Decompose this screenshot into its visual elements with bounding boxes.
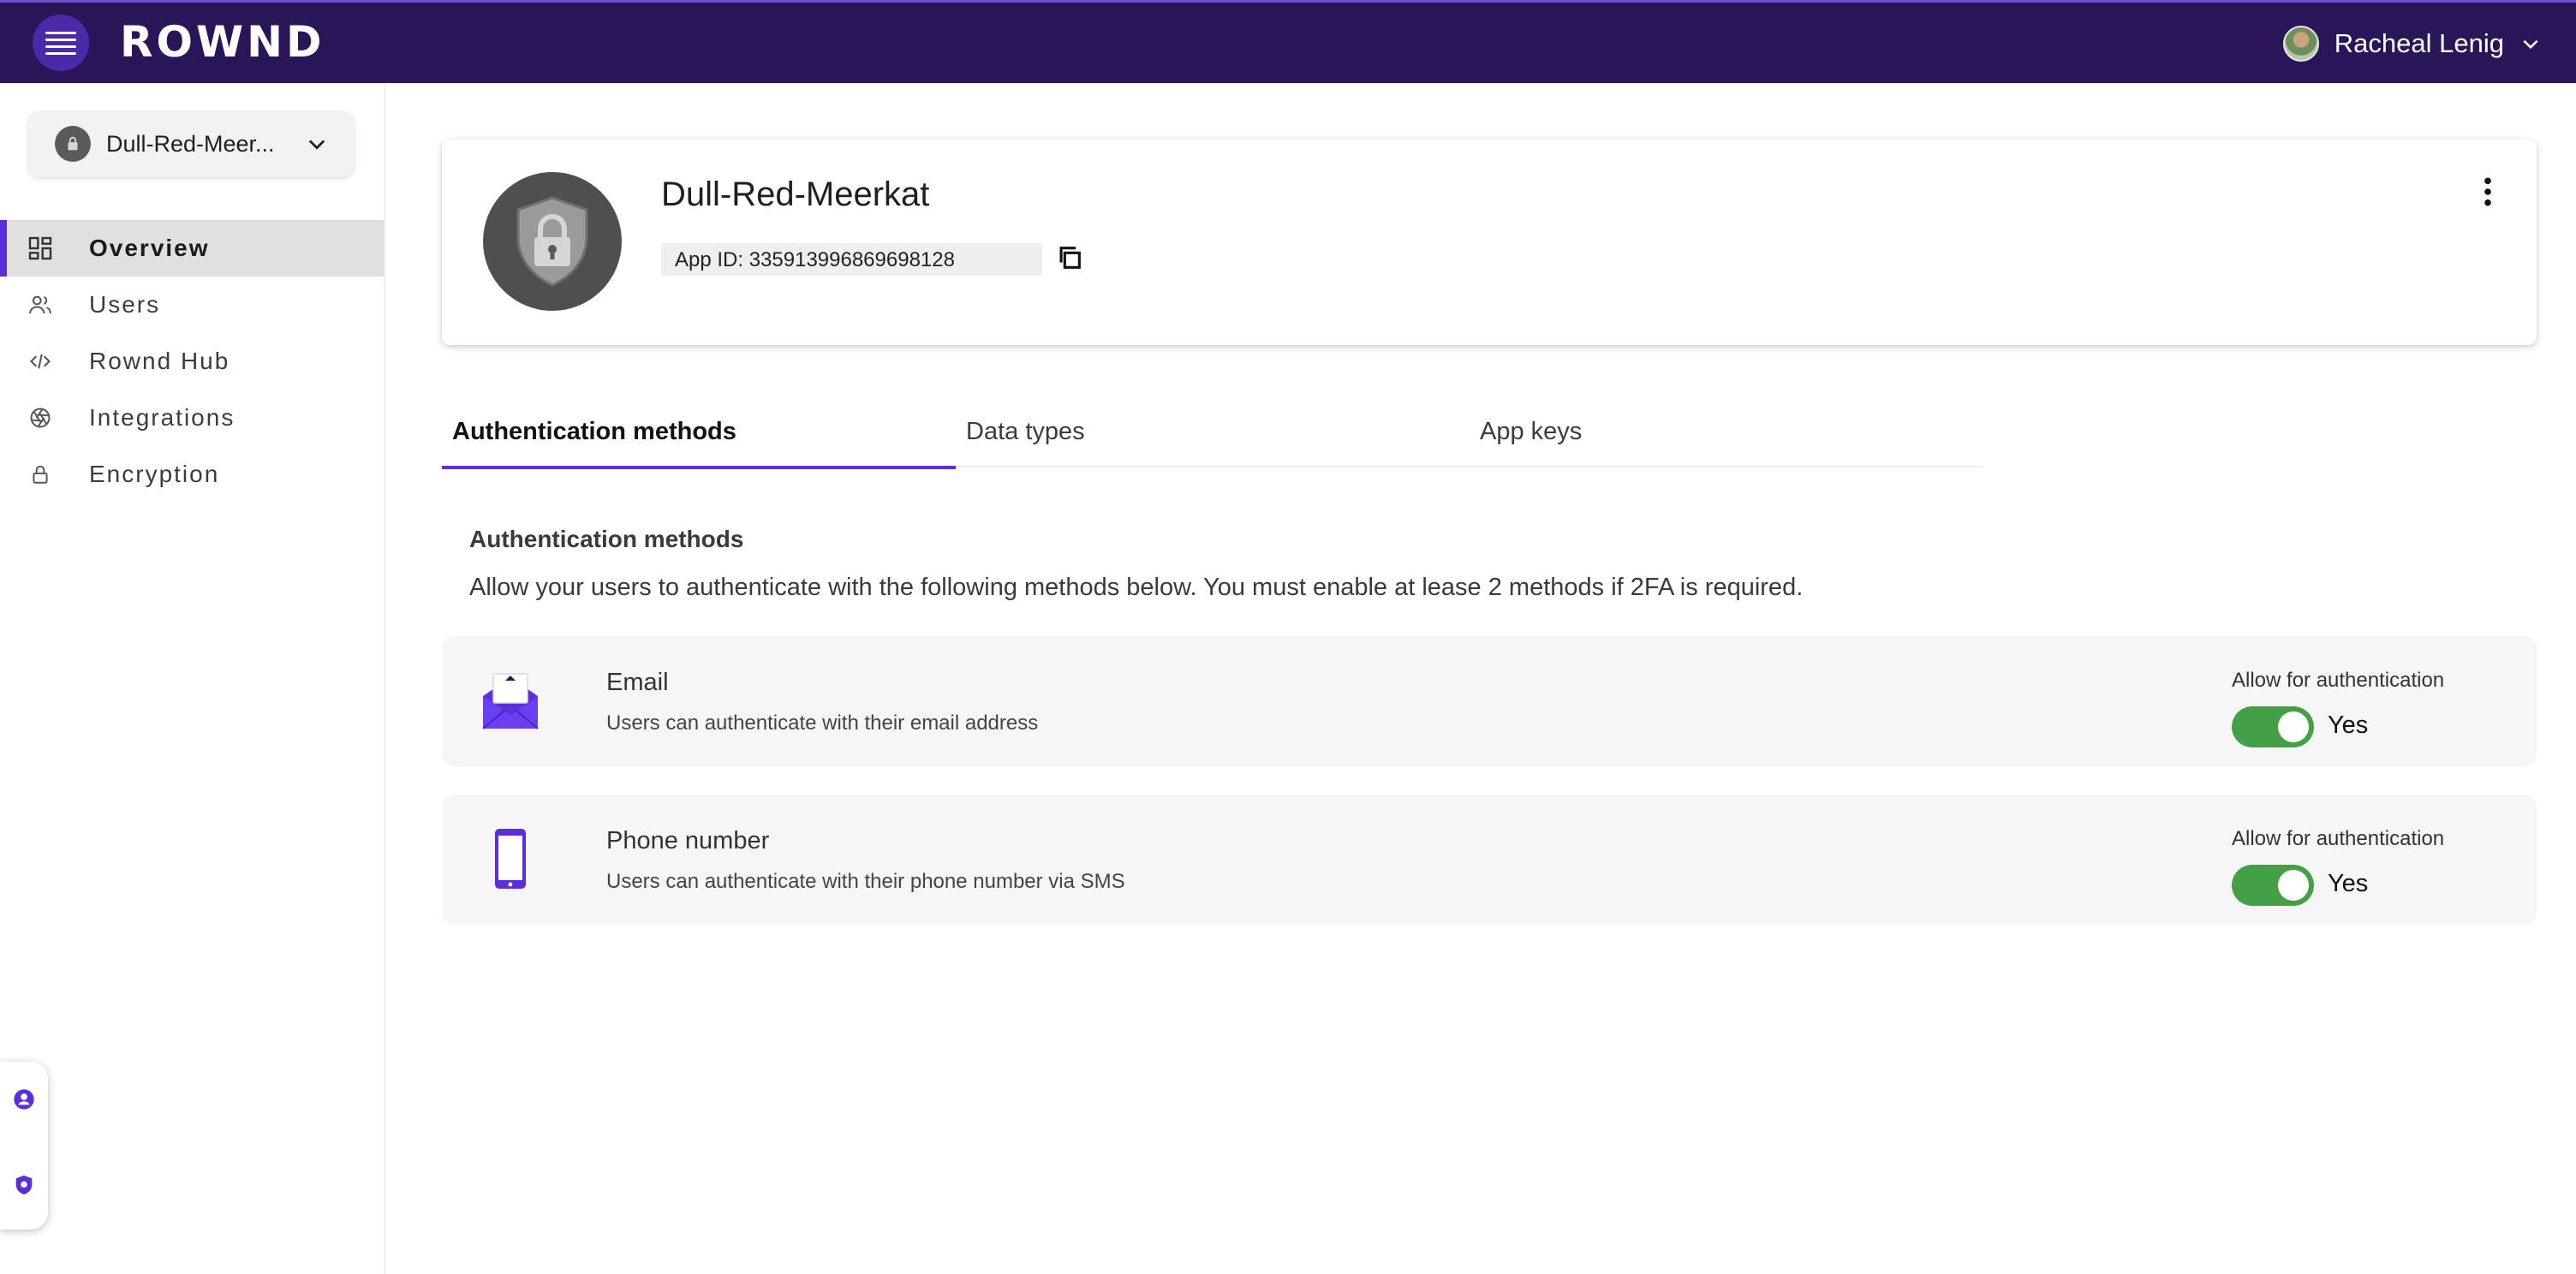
app-info-card: Dull-Red-Meerkat App ID: 335913996869698… — [442, 140, 2537, 345]
chevron-down-icon — [308, 140, 325, 150]
sidebar: Dull-Red-Meer... Overview Users Rownd Hu… — [0, 83, 385, 1274]
hamburger-icon — [45, 27, 76, 59]
code-icon — [26, 347, 55, 376]
shield-icon[interactable] — [12, 1173, 36, 1197]
email-auth-toggle[interactable] — [2232, 706, 2314, 747]
app-avatar — [483, 172, 622, 311]
shield-lock-icon — [516, 196, 588, 287]
section-description: Allow your users to authenticate with th… — [469, 574, 1804, 601]
method-title: Email — [606, 669, 669, 696]
allow-label: Allow for authentication — [2232, 669, 2445, 692]
rownd-logo[interactable]: ROWND — [120, 17, 325, 67]
chevron-down-icon — [2523, 39, 2538, 50]
app-selector[interactable]: Dull-Red-Meer... — [27, 110, 355, 177]
sidebar-nav: Overview Users Rownd Hub Integrations En… — [0, 220, 384, 503]
menu-button[interactable] — [33, 15, 89, 71]
users-icon — [26, 290, 55, 319]
section-title: Authentication methods — [469, 526, 744, 552]
floating-account-widget — [0, 1062, 48, 1229]
method-title: Phone number — [606, 827, 770, 854]
sidebar-item-label: Encryption — [89, 461, 220, 487]
account-circle-icon[interactable] — [12, 1087, 36, 1111]
sidebar-item-overview[interactable]: Overview — [0, 220, 384, 277]
shield-lock-icon — [55, 126, 91, 162]
phone-auth-toggle[interactable] — [2232, 865, 2314, 906]
sidebar-item-rownd-hub[interactable]: Rownd Hub — [0, 333, 384, 390]
sidebar-item-label: Overview — [89, 235, 210, 261]
tab-authentication-methods[interactable]: Authentication methods — [442, 402, 956, 469]
sidebar-item-label: Rownd Hub — [89, 348, 230, 374]
tab-data-types[interactable]: Data types — [956, 402, 1470, 467]
envelope-icon — [482, 673, 539, 729]
logo-text: ROWND — [120, 17, 325, 67]
aperture-icon — [26, 403, 55, 432]
auth-method-email: Email Users can authenticate with their … — [442, 636, 2537, 766]
app-id-field[interactable]: App ID: 335913996869698128 — [661, 243, 1042, 276]
sidebar-item-integrations[interactable]: Integrations — [0, 390, 384, 446]
user-name: Racheal Lenig — [2334, 28, 2504, 58]
sidebar-item-encryption[interactable]: Encryption — [0, 446, 384, 503]
toggle-state-text: Yes — [2328, 711, 2369, 739]
app-name: Dull-Red-Meerkat — [661, 176, 930, 213]
sidebar-item-label: Integrations — [89, 404, 236, 431]
lock-icon — [26, 460, 55, 489]
allow-label: Allow for authentication — [2232, 827, 2445, 850]
method-description: Users can authenticate with their phone … — [606, 870, 1125, 893]
copy-icon[interactable] — [1055, 243, 1084, 272]
toggle-state-text: Yes — [2328, 870, 2369, 897]
tab-app-keys[interactable]: App keys — [1470, 402, 1983, 467]
method-description: Users can authenticate with their email … — [606, 711, 1039, 735]
phone-icon — [495, 829, 526, 889]
sidebar-item-label: Users — [89, 291, 161, 318]
avatar — [2282, 26, 2319, 62]
app-selector-label: Dull-Red-Meer... — [106, 130, 275, 157]
more-vert-icon[interactable] — [2482, 176, 2494, 208]
auth-method-phone: Phone number Users can authenticate with… — [442, 795, 2537, 925]
user-menu[interactable]: Racheal Lenig — [2282, 20, 2542, 68]
dashboard-icon — [26, 234, 55, 263]
tab-bar: Authentication methods Data types App ke… — [442, 402, 1983, 469]
sidebar-item-users[interactable]: Users — [0, 277, 384, 333]
top-app-bar: ROWND Racheal Lenig — [0, 0, 2576, 83]
